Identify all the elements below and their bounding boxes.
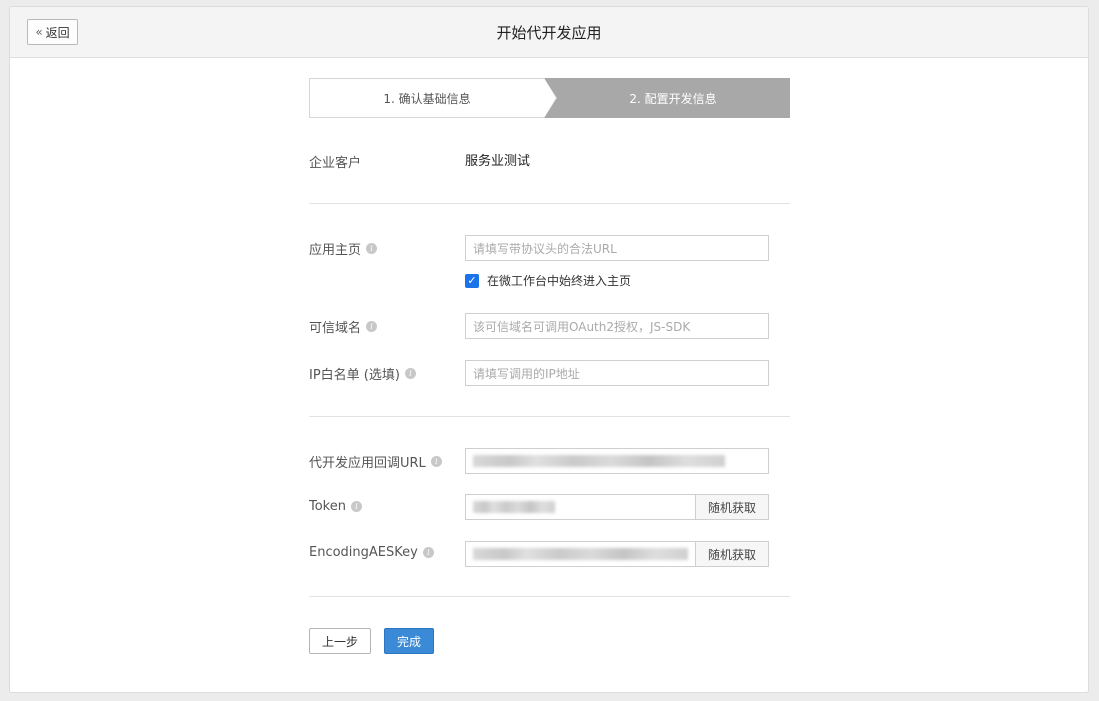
ip-whitelist-label: IP白名单 (选填) i: [309, 364, 416, 383]
divider: [309, 596, 790, 597]
page-title: 开始代开发应用: [496, 24, 602, 42]
homepage-checkbox-row[interactable]: ✓ 在微工作台中始终进入主页: [465, 272, 631, 289]
token-input[interactable]: [465, 494, 695, 520]
trusted-domain-input[interactable]: 该可信域名可调用OAuth2授权，JS-SDK: [465, 313, 769, 339]
ip-whitelist-input[interactable]: 请填写调用的IP地址: [465, 360, 769, 386]
aes-key-input[interactable]: [465, 541, 695, 567]
homepage-input[interactable]: 请填写带协议头的合法URL: [465, 235, 769, 261]
done-button[interactable]: 完成: [384, 628, 434, 654]
divider: [309, 416, 790, 417]
info-icon[interactable]: i: [351, 501, 362, 512]
customer-label-text: 企业客户: [309, 156, 362, 171]
trusted-domain-label: 可信域名 i: [309, 317, 378, 336]
customer-value: 服务业测试: [465, 154, 531, 169]
redacted-value: [473, 455, 725, 467]
homepage-label-text: 应用主页: [309, 243, 362, 258]
aes-key-label: EncodingAESKey i: [309, 545, 434, 560]
homepage-placeholder: 请填写带协议头的合法URL: [473, 241, 617, 256]
info-icon[interactable]: i: [404, 368, 416, 379]
step-indicator: 1. 确认基础信息 2. 配置开发信息: [309, 78, 790, 118]
main-card: « 返回 开始代开发应用 1. 确认基础信息 2. 配置开发信息 企业客户 服务…: [9, 6, 1089, 693]
redacted-value: [473, 501, 555, 513]
step-2-active: 2. 配置开发信息: [544, 78, 790, 118]
step-arrow: [544, 78, 556, 118]
homepage-label: 应用主页 i: [309, 239, 378, 258]
aes-key-label-text: EncodingAESKey: [309, 545, 418, 560]
info-icon[interactable]: i: [430, 456, 442, 467]
trusted-domain-label-text: 可信域名: [309, 321, 362, 336]
step-1: 1. 确认基础信息: [309, 78, 544, 118]
aes-key-random-button[interactable]: 随机获取: [695, 541, 769, 567]
callback-url-input[interactable]: [465, 448, 769, 474]
divider: [309, 203, 790, 204]
token-label: Token i: [309, 499, 362, 514]
callback-url-label: 代开发应用回调URL i: [309, 452, 442, 471]
info-icon[interactable]: i: [366, 321, 378, 332]
customer-label: 企业客户: [309, 152, 361, 171]
token-label-text: Token: [309, 499, 346, 514]
step-1-label: 1. 确认基础信息: [383, 91, 471, 106]
ip-whitelist-label-text: IP白名单 (选填): [309, 368, 400, 383]
redacted-value: [473, 548, 688, 560]
homepage-checkbox-label: 在微工作台中始终进入主页: [487, 274, 632, 288]
checkbox-checked-icon[interactable]: ✓: [465, 273, 479, 288]
info-icon[interactable]: i: [422, 547, 434, 558]
ip-whitelist-placeholder: 请填写调用的IP地址: [473, 366, 580, 381]
page-header: « 返回 开始代开发应用: [10, 7, 1088, 58]
prev-step-button[interactable]: 上一步: [309, 628, 371, 654]
trusted-domain-placeholder: 该可信域名可调用OAuth2授权，JS-SDK: [473, 319, 691, 334]
token-random-button[interactable]: 随机获取: [695, 494, 769, 520]
info-icon[interactable]: i: [366, 243, 378, 254]
step-2-label: 2. 配置开发信息: [629, 91, 717, 106]
callback-url-label-text: 代开发应用回调URL: [309, 456, 426, 471]
